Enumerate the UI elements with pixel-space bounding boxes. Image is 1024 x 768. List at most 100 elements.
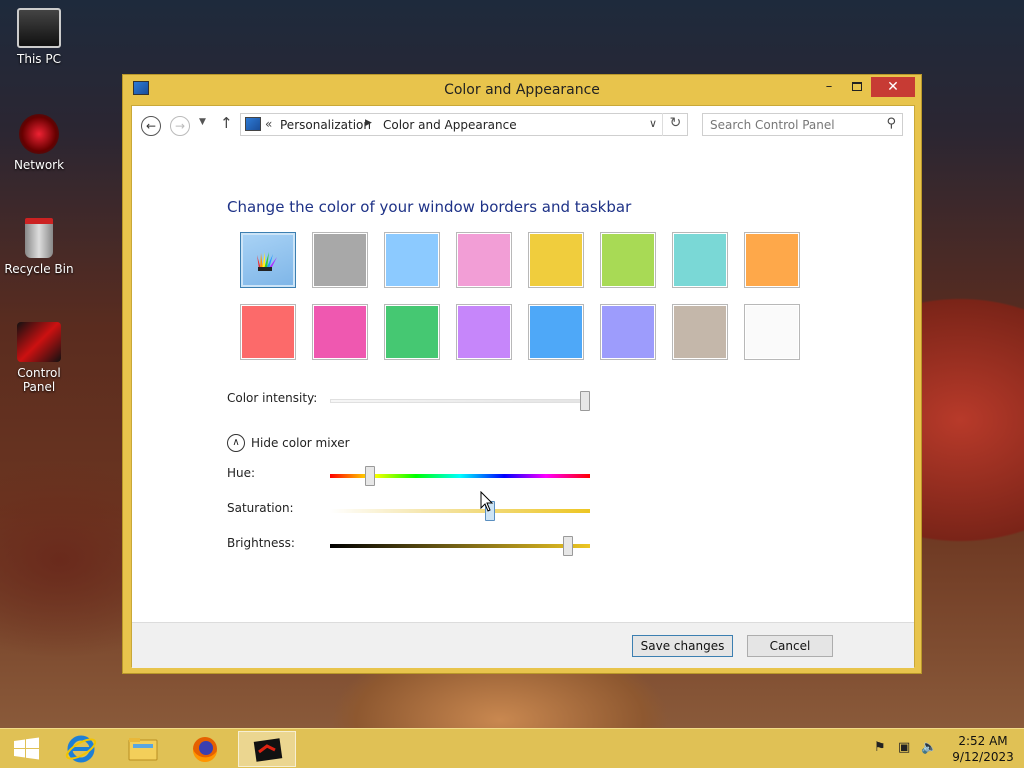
taskbar-control-panel[interactable]	[238, 731, 296, 767]
breadcrumb-personalization[interactable]: Personalization	[280, 118, 371, 132]
desktop-icon-recycle-bin[interactable]: Recycle Bin	[0, 218, 78, 276]
swatch-fill	[386, 234, 438, 286]
swatch-gold[interactable]	[528, 232, 584, 288]
navigation-bar: ← → ▼ ↑ « Personalization ▶ Color and Ap…	[132, 106, 914, 146]
hue-slider[interactable]	[365, 466, 375, 486]
swatch-magenta[interactable]	[312, 304, 368, 360]
control-panel-icon	[253, 738, 283, 762]
breadcrumb-overflow[interactable]: «	[265, 117, 272, 131]
refresh-icon: ↻	[669, 115, 682, 131]
title-bar[interactable]: Color and Appearance – ✕	[123, 75, 921, 105]
swatch-sky-blue[interactable]	[384, 232, 440, 288]
breadcrumb-color-and-appearance[interactable]: Color and Appearance	[383, 118, 517, 132]
action-center-flag-icon[interactable]: ⚑	[874, 740, 886, 755]
swatch-green[interactable]	[384, 304, 440, 360]
recycle-bin-icon	[25, 218, 53, 258]
swatch-fill	[242, 306, 294, 358]
swatch-fill	[602, 306, 654, 358]
swatch-taupe[interactable]	[672, 304, 728, 360]
swatch-fill	[458, 234, 510, 286]
computer-icon	[17, 8, 61, 48]
internet-explorer-icon	[65, 735, 97, 763]
swatch-fill	[746, 234, 798, 286]
taskbar-internet-explorer[interactable]	[52, 731, 110, 767]
swatch-fill	[530, 234, 582, 286]
forward-arrow-icon: →	[174, 119, 186, 133]
address-bar[interactable]: « Personalization ▶ Color and Appearance…	[240, 113, 688, 136]
address-dropdown-icon[interactable]: ∨	[649, 117, 657, 130]
minimize-button[interactable]: –	[815, 77, 843, 97]
swatch-white[interactable]	[744, 304, 800, 360]
brightness-slider[interactable]	[562, 536, 573, 556]
swatch-pink[interactable]	[456, 232, 512, 288]
swatch-gray[interactable]	[312, 232, 368, 288]
recent-locations-button[interactable]: ▼	[199, 117, 206, 127]
saturation-track[interactable]	[330, 509, 590, 513]
taskbar-file-explorer[interactable]	[114, 731, 172, 767]
control-panel-icon	[245, 117, 261, 131]
desktop-icon-control-panel[interactable]: Control Panel	[0, 322, 78, 394]
color-intensity-slider[interactable]	[580, 391, 590, 411]
color-intensity-track[interactable]	[330, 399, 590, 403]
clock-time: 2:52 AM	[958, 734, 1008, 748]
forward-button[interactable]: →	[170, 116, 190, 136]
start-button[interactable]	[6, 735, 46, 763]
swatch-periwinkle[interactable]	[600, 304, 656, 360]
hide-color-mixer-link[interactable]: Hide color mixer	[251, 436, 350, 450]
desktop-icon-label: This PC	[17, 52, 61, 66]
saturation-label: Saturation:	[227, 501, 294, 515]
color-intensity-label: Color intensity:	[227, 391, 318, 405]
up-arrow-icon: ↑	[220, 114, 233, 132]
close-button[interactable]: ✕	[871, 77, 915, 97]
swatch-teal[interactable]	[672, 232, 728, 288]
desktop-icon-network[interactable]: Network	[0, 114, 78, 172]
mouse-cursor-icon	[480, 491, 494, 512]
collapse-mixer-button[interactable]: ∧	[227, 434, 245, 452]
save-changes-button[interactable]: Save changes	[632, 635, 733, 657]
swatch-fill	[243, 235, 293, 285]
chevron-down-icon: ▼	[199, 117, 206, 127]
search-input[interactable]: Search Control Panel ⚲	[702, 113, 903, 136]
search-icon: ⚲	[886, 116, 896, 131]
window-client-area: ← → ▼ ↑ « Personalization ▶ Color and Ap…	[131, 105, 915, 668]
refresh-button[interactable]: ↻	[662, 113, 688, 136]
breadcrumb-separator-icon[interactable]: ▶	[365, 118, 372, 128]
swatch-fill	[314, 234, 366, 286]
swatch-violet[interactable]	[456, 304, 512, 360]
file-explorer-icon	[128, 738, 158, 761]
taskbar-firefox[interactable]	[176, 731, 234, 767]
page-title: Change the color of your window borders …	[227, 198, 632, 216]
up-button[interactable]: ↑	[220, 114, 233, 132]
color-palette-icon	[257, 252, 277, 271]
back-button[interactable]: ←	[141, 116, 161, 136]
swatch-fill	[386, 306, 438, 358]
firefox-icon	[192, 737, 217, 763]
brightness-label: Brightness:	[227, 536, 295, 550]
swatch-fill	[746, 306, 798, 358]
swatch-blue[interactable]	[528, 304, 584, 360]
control-panel-icon	[17, 322, 61, 362]
color-and-appearance-window: Color and Appearance – ✕ ← → ▼ ↑ « Perso…	[122, 74, 922, 674]
swatch-coral[interactable]	[240, 304, 296, 360]
swatch-fill	[602, 234, 654, 286]
network-tray-icon[interactable]: ▣	[898, 740, 910, 755]
swatch-fill	[674, 306, 726, 358]
volume-icon[interactable]: 🔈	[921, 740, 937, 755]
swatch-automatic[interactable]	[240, 232, 296, 288]
desktop-icon-label: Network	[13, 158, 65, 172]
clock-date: 9/12/2023	[952, 750, 1014, 764]
swatch-fill	[530, 306, 582, 358]
system-clock[interactable]: 2:52 AM 9/12/2023	[948, 733, 1018, 765]
maximize-button[interactable]	[843, 77, 871, 97]
swatch-fill	[458, 306, 510, 358]
hue-label: Hue:	[227, 466, 256, 480]
swatch-lime[interactable]	[600, 232, 656, 288]
cancel-button[interactable]: Cancel	[747, 635, 833, 657]
windows-logo-icon	[14, 737, 39, 760]
network-icon	[19, 114, 59, 154]
desktop-icon-this-pc[interactable]: This PC	[0, 8, 78, 66]
swatch-fill	[674, 234, 726, 286]
brightness-track[interactable]	[330, 544, 590, 548]
swatch-orange[interactable]	[744, 232, 800, 288]
window-title: Color and Appearance	[444, 82, 600, 98]
